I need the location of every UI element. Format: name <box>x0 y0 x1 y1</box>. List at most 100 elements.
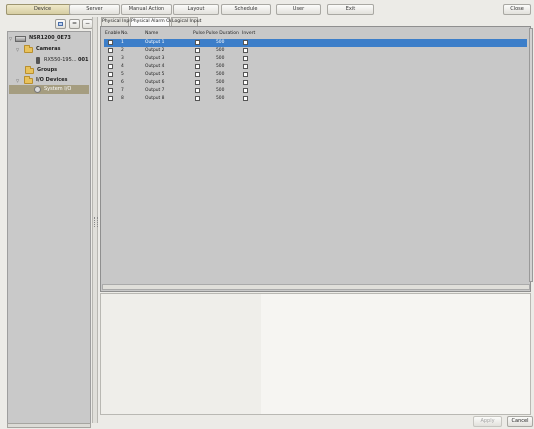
table-row[interactable]: 1 Output 1 500 <box>104 39 527 47</box>
enable-checkbox[interactable] <box>108 40 113 45</box>
row-pulse-duration: 500 <box>216 40 225 45</box>
cancel-button[interactable]: Cancel <box>507 416 533 427</box>
cameras-label: Cameras <box>36 46 61 52</box>
table-row[interactable]: 7 Output 7 500 <box>104 87 527 95</box>
row-number: 8 <box>121 96 124 101</box>
camera-channel: 001 <box>78 57 89 63</box>
server-button[interactable]: Server <box>69 4 120 15</box>
row-pulse-duration: 500 <box>216 96 225 101</box>
enable-checkbox[interactable] <box>108 88 113 93</box>
row-name: Output 1 <box>145 40 165 45</box>
column-header-pulse[interactable]: Pulse <box>193 30 205 37</box>
enable-checkbox[interactable] <box>108 72 113 77</box>
enable-checkbox[interactable] <box>108 64 113 69</box>
collapse-arrow-icon: ▽ <box>16 78 20 83</box>
row-name: Output 7 <box>145 88 165 93</box>
table-row[interactable]: 5 Output 5 500 <box>104 71 527 79</box>
camera-icon <box>36 57 40 64</box>
expand-button[interactable]: = <box>69 19 80 29</box>
tree-groups[interactable]: Groups <box>24 66 89 75</box>
enable-checkbox[interactable] <box>108 48 113 53</box>
scrollbar-thumb[interactable] <box>529 28 533 282</box>
row-name: Output 5 <box>145 72 165 77</box>
row-number: 1 <box>121 40 124 45</box>
row-number: 4 <box>121 64 124 69</box>
table-row[interactable]: 3 Output 3 500 <box>104 55 527 63</box>
folder-icon <box>24 45 33 53</box>
invert-checkbox[interactable] <box>243 88 248 93</box>
invert-checkbox[interactable] <box>243 96 248 101</box>
invert-checkbox[interactable] <box>243 72 248 77</box>
schedule-button[interactable]: Schedule <box>221 4 271 15</box>
pulse-checkbox[interactable] <box>195 72 200 77</box>
manual-action-button[interactable]: Manual Action <box>121 4 172 15</box>
collapse-arrow-icon: ▽ <box>9 36 13 41</box>
tab-logical-input[interactable]: Logical Input <box>171 17 201 26</box>
invert-checkbox[interactable] <box>243 64 248 69</box>
row-name: Output 6 <box>145 80 165 85</box>
folder-icon <box>24 76 33 84</box>
table-row[interactable]: 6 Output 6 500 <box>104 79 527 87</box>
pulse-checkbox[interactable] <box>195 88 200 93</box>
column-header-invert[interactable]: Invert <box>242 30 255 37</box>
column-header-no[interactable]: No. <box>121 30 128 37</box>
enable-checkbox[interactable] <box>108 96 113 101</box>
pulse-checkbox[interactable] <box>195 64 200 69</box>
io-device-icon <box>34 86 41 93</box>
system-io-label: System I/O <box>44 86 72 92</box>
invert-checkbox[interactable] <box>243 48 248 53</box>
tree-view-button[interactable] <box>55 19 66 29</box>
tab-physical-input[interactable]: Physical Input <box>101 17 134 26</box>
tree-root[interactable]: ▽ NSR1200_0E73 <box>9 34 89 43</box>
tree-camera-item[interactable]: RX550-195... 001 <box>33 56 89 65</box>
enable-checkbox[interactable] <box>108 56 113 61</box>
row-name: Output 4 <box>145 64 165 69</box>
invert-checkbox[interactable] <box>243 80 248 85</box>
row-pulse-duration: 500 <box>216 48 225 53</box>
column-header-name[interactable]: Name <box>145 30 158 37</box>
sidebar-horizontal-scrollbar[interactable] <box>7 423 91 428</box>
table-row[interactable]: 4 Output 4 500 <box>104 63 527 71</box>
pulse-checkbox[interactable] <box>195 40 200 45</box>
panel-splitter[interactable] <box>92 17 98 423</box>
row-pulse-duration: 500 <box>216 64 225 69</box>
row-pulse-duration: 500 <box>216 88 225 93</box>
table-horizontal-scrollbar[interactable] <box>102 284 530 290</box>
row-number: 5 <box>121 72 124 77</box>
table-row[interactable]: 8 Output 8 500 <box>104 95 527 103</box>
tree-root-label: NSR1200_0E73 <box>29 35 71 41</box>
column-header-pulse-duration[interactable]: Pulse Duration <box>206 30 239 37</box>
tree-io-devices[interactable]: ▽ I/O Devices <box>16 76 89 85</box>
invert-checkbox[interactable] <box>243 40 248 45</box>
apply-button[interactable]: Apply <box>473 416 502 427</box>
row-pulse-duration: 500 <box>216 80 225 85</box>
row-name: Output 3 <box>145 56 165 61</box>
io-devices-label: I/O Devices <box>36 77 68 83</box>
row-number: 3 <box>121 56 124 61</box>
pulse-checkbox[interactable] <box>195 56 200 61</box>
pulse-checkbox[interactable] <box>195 80 200 85</box>
row-number: 7 <box>121 88 124 93</box>
exit-button[interactable]: Exit <box>327 4 374 15</box>
row-name: Output 2 <box>145 48 165 53</box>
layout-button[interactable]: Layout <box>173 4 219 15</box>
camera-name: RX550-195... <box>44 57 77 63</box>
tree-system-io[interactable]: System I/O <box>9 85 89 94</box>
pulse-checkbox[interactable] <box>195 96 200 101</box>
server-icon <box>15 36 26 42</box>
close-button[interactable]: Close <box>503 4 531 15</box>
user-button[interactable]: User <box>276 4 321 15</box>
groups-label: Groups <box>37 67 58 73</box>
pulse-checkbox[interactable] <box>195 48 200 53</box>
row-pulse-duration: 500 <box>216 56 225 61</box>
column-header-enable[interactable]: Enable <box>105 30 120 37</box>
row-number: 2 <box>121 48 124 53</box>
tree-cameras[interactable]: ▽ Cameras <box>16 45 89 54</box>
tab-physical-alarm-out[interactable]: Physical Alarm Out <box>130 17 174 26</box>
table-vertical-scrollbar[interactable] <box>529 28 533 282</box>
table-row[interactable]: 2 Output 2 500 <box>104 47 527 55</box>
row-pulse-duration: 500 <box>216 72 225 77</box>
invert-checkbox[interactable] <box>243 56 248 61</box>
tree-view-icon <box>58 22 63 26</box>
enable-checkbox[interactable] <box>108 80 113 85</box>
